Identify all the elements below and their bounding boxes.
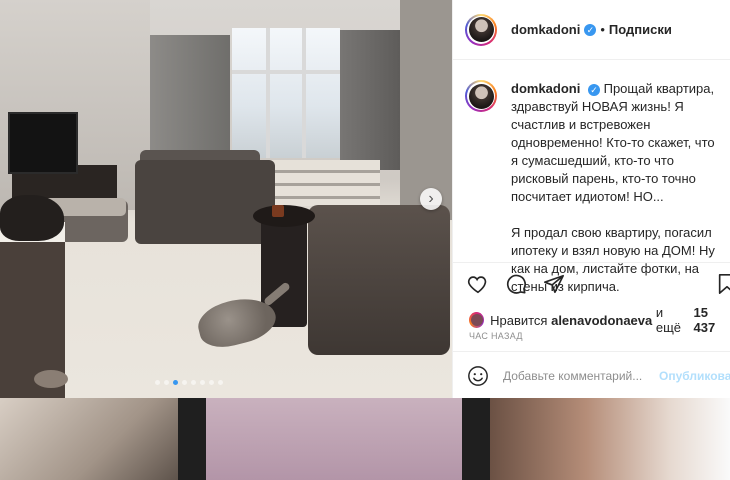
carousel-dot: [182, 380, 187, 385]
photo-tv: [8, 112, 78, 174]
photo-black-cat: [0, 195, 64, 241]
bookmark-icon[interactable]: [717, 273, 730, 300]
photo-armchair: [308, 205, 450, 355]
share-icon[interactable]: [543, 273, 565, 295]
carousel-dot: [218, 380, 223, 385]
photo-window: [232, 28, 340, 158]
avatar[interactable]: [469, 312, 485, 328]
username-link[interactable]: domkadoni: [511, 22, 580, 37]
following-button[interactable]: Подписки: [609, 22, 672, 37]
post-thumbnail[interactable]: [490, 398, 730, 480]
publish-button[interactable]: Опубликовать: [659, 369, 730, 383]
post-panel: domkadoni ✓ • Подписки domkadoni ✓ Проща…: [452, 0, 730, 398]
post-photo[interactable]: ›: [0, 0, 452, 398]
likes-count[interactable]: 15 437: [693, 305, 730, 335]
avatar[interactable]: [465, 80, 497, 112]
verified-icon: ✓: [587, 83, 600, 96]
emoji-icon[interactable]: [467, 365, 489, 387]
likes-mid: и ещё: [655, 305, 682, 335]
post-thumbnail[interactable]: [0, 398, 178, 480]
post-thumbnail[interactable]: [206, 398, 462, 480]
photo-wall: [400, 0, 452, 220]
comment-bar: Опубликовать: [453, 351, 730, 398]
carousel-dot: [173, 380, 178, 385]
carousel-dots: [155, 380, 223, 386]
photo-bowl: [34, 370, 68, 388]
carousel-dot: [209, 380, 214, 385]
verified-icon: ✓: [584, 23, 597, 36]
carousel-dot: [191, 380, 196, 385]
caption-username[interactable]: domkadoni: [511, 81, 580, 96]
avatar[interactable]: [465, 13, 497, 46]
carousel-dot: [164, 380, 169, 385]
post-caption: domkadoni ✓ Прощай квартира, здравствуй …: [465, 80, 723, 296]
post-time[interactable]: ЧАС НАЗАД: [469, 331, 523, 341]
carousel-dot: [200, 380, 205, 385]
comment-input[interactable]: [501, 368, 655, 384]
separator: •: [600, 22, 605, 37]
photo-curtain: [340, 30, 400, 170]
chevron-right-icon[interactable]: ›: [420, 188, 442, 210]
carousel-dot: [155, 380, 160, 385]
heart-icon[interactable]: [467, 273, 489, 295]
photo-stairs: [270, 160, 380, 206]
photo-cup: [272, 205, 284, 217]
post-header: domkadoni ✓ • Подписки: [453, 0, 730, 60]
related-posts: [0, 398, 730, 480]
comment-icon[interactable]: [505, 273, 527, 295]
post-actions: Нравится alenavodonaeva и ещё 15 437 ЧАС…: [453, 262, 730, 386]
liker-link[interactable]: alenavodonaeva: [551, 313, 652, 328]
likes-prefix: Нравится: [490, 312, 548, 328]
